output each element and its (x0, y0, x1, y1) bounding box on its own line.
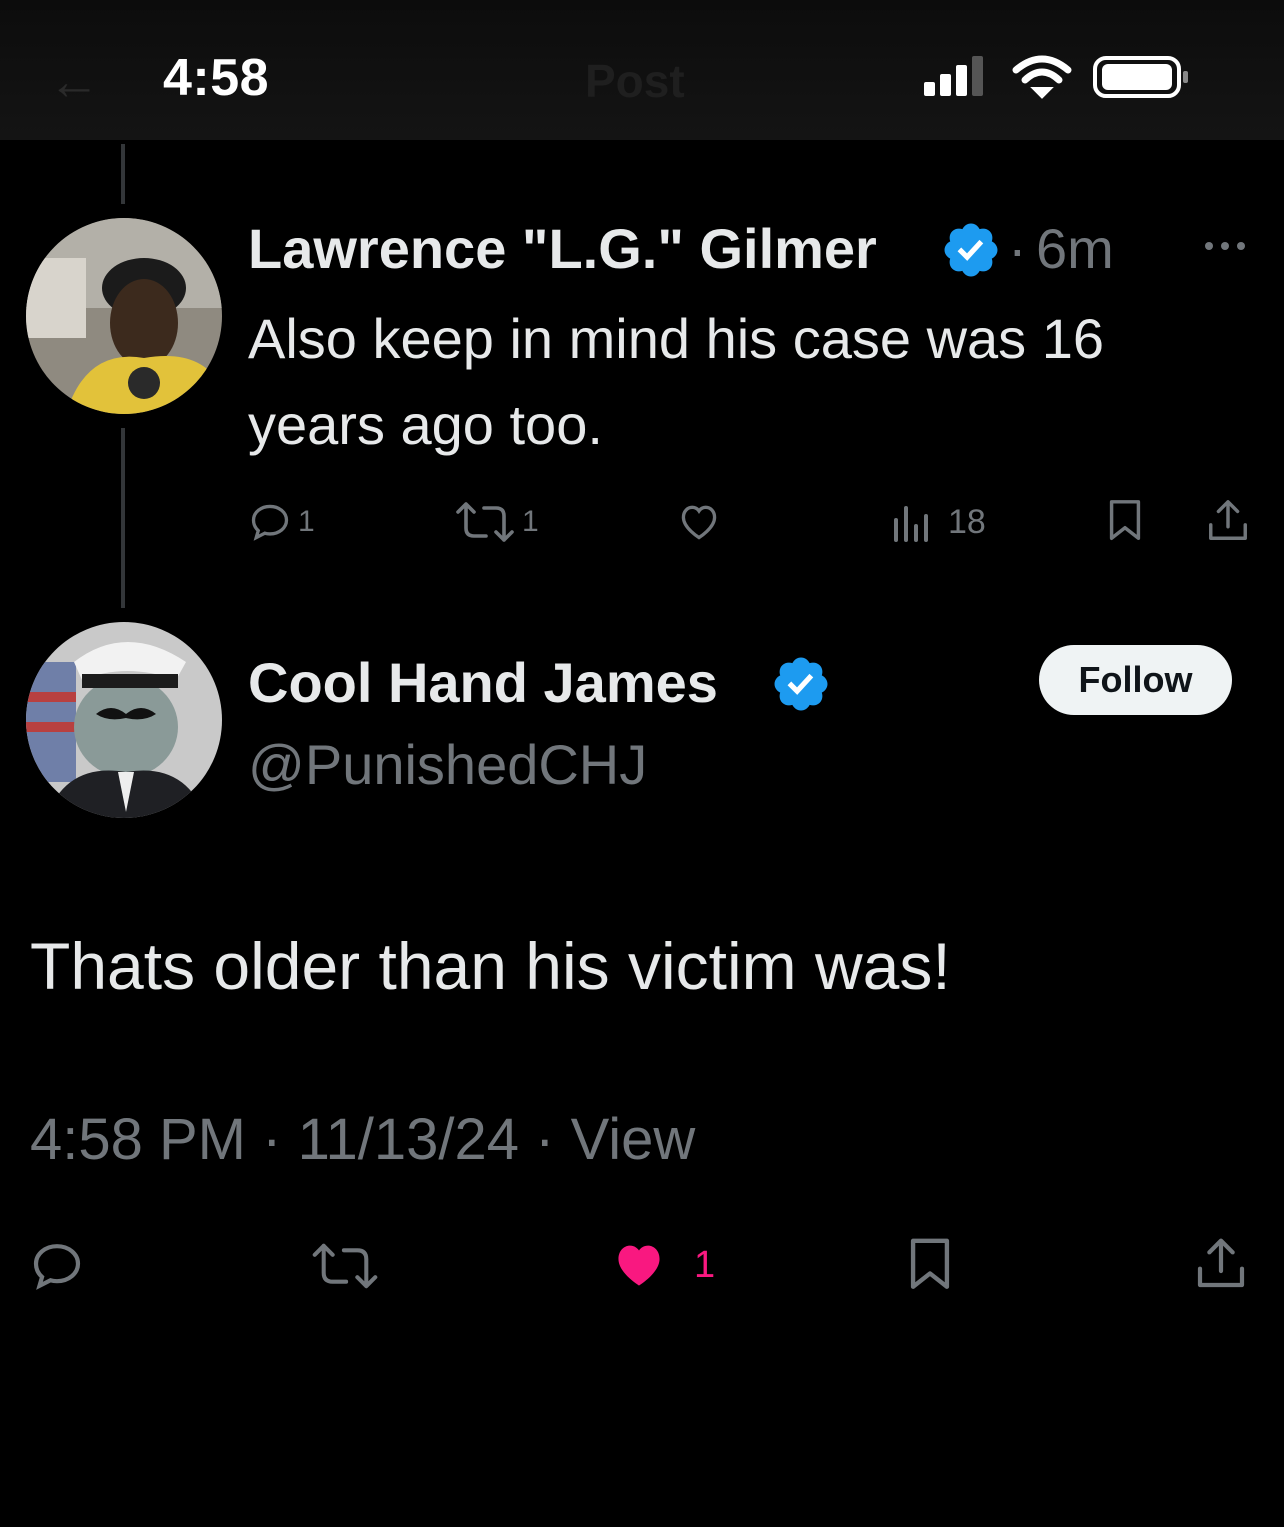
views-icon (894, 506, 928, 542)
follow-button[interactable]: Follow (1039, 645, 1232, 715)
main-like-button[interactable]: 1 (608, 1236, 715, 1294)
parent-reply-count: 1 (298, 505, 315, 538)
signal-icon (924, 56, 983, 96)
parent-age[interactable]: 6m (1036, 216, 1114, 281)
status-icons (924, 55, 1188, 99)
timestamp-date[interactable]: 11/13/24 (298, 1107, 519, 1172)
main-timestamp: 4:58 PM · 11/13/24 · View (30, 1106, 695, 1173)
parent-text-line1: Also keep in mind his case was 16 (248, 307, 1104, 370)
main-repost-button[interactable] (308, 1240, 382, 1292)
parent-like-button[interactable] (676, 500, 722, 544)
parent-share-button[interactable] (1206, 498, 1250, 544)
avatar-lawrence[interactable] (26, 218, 222, 414)
main-like-count: 1 (694, 1243, 716, 1286)
parent-views-button[interactable]: 18 (890, 500, 986, 544)
thread-line-top (121, 144, 125, 204)
avatar-cool-hand-james[interactable] (26, 622, 222, 818)
wifi-icon (1012, 55, 1072, 99)
parent-repost-button[interactable]: 1 (452, 500, 539, 544)
parent-separator: · (1008, 217, 1027, 280)
timestamp-sep: · (262, 1107, 282, 1172)
status-bar: ← Post 4:58 (0, 0, 1284, 140)
parent-author-name[interactable]: Lawrence "L.G." Gilmer (248, 216, 877, 281)
status-time: 4:58 (163, 49, 270, 107)
main-share-button[interactable] (1194, 1236, 1248, 1292)
like-icon (681, 505, 717, 540)
reply-icon (251, 504, 289, 541)
main-author-handle[interactable]: @PunishedCHJ (248, 732, 647, 797)
repost-icon (456, 502, 514, 542)
timestamp-sep: · (535, 1107, 555, 1172)
verified-badge-icon (944, 223, 998, 277)
timestamp-time[interactable]: 4:58 PM (30, 1107, 246, 1172)
parent-reply-button[interactable]: 1 (248, 500, 315, 544)
main-bookmark-button[interactable] (904, 1236, 956, 1294)
parent-repost-count: 1 (522, 505, 539, 538)
nav-title: Post (585, 55, 685, 107)
parent-text-line2: years ago too. (248, 393, 603, 456)
timestamp-view[interactable]: View (571, 1107, 696, 1172)
more-icon[interactable] (1200, 236, 1250, 256)
parent-tweet-text: Also keep in mind his case was 16 years … (248, 296, 1104, 468)
main-tweet-text: Thats older than his victim was! (30, 929, 951, 1003)
main-reply-button[interactable] (28, 1238, 86, 1294)
battery-icon (1093, 56, 1188, 98)
parent-bookmark-button[interactable] (1105, 498, 1145, 544)
thread-line-connector (121, 428, 125, 608)
back-arrow-icon[interactable]: ← (48, 52, 100, 112)
main-author-name[interactable]: Cool Hand James (248, 650, 718, 715)
parent-view-count: 18 (948, 502, 986, 541)
verified-badge-icon (774, 657, 828, 711)
avatar-photo (26, 218, 222, 414)
avatar-photo (26, 622, 222, 818)
like-icon (618, 1245, 660, 1286)
